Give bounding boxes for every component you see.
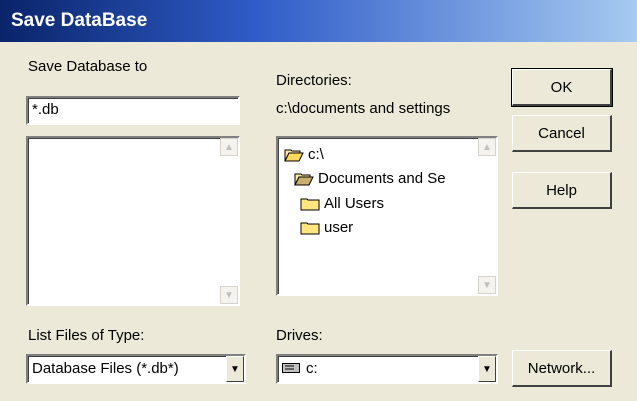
network-button[interactable]: Network... — [512, 350, 612, 387]
file-list[interactable]: ▲ ▼ — [26, 136, 240, 306]
scroll-down-icon[interactable]: ▼ — [220, 286, 238, 304]
file-type-label: List Files of Type: — [28, 327, 145, 344]
cancel-button[interactable]: Cancel — [512, 115, 612, 152]
save-database-dialog: Save DataBase Save Database to *.db ▲ ▼ … — [0, 0, 637, 401]
directories-label: Directories: — [276, 72, 352, 89]
scroll-up-icon[interactable]: ▲ — [220, 138, 238, 156]
file-type-value: Database Files (*.db*) — [32, 360, 179, 377]
title-bar[interactable]: Save DataBase — [0, 0, 637, 42]
tree-item-label: Documents and Se — [318, 170, 446, 187]
tree-item-user[interactable]: user — [300, 219, 353, 236]
folder-icon — [300, 197, 320, 211]
drives-label: Drives: — [276, 327, 323, 344]
tree-item-all-users[interactable]: All Users — [300, 195, 384, 212]
save-to-label: Save Database to — [28, 58, 148, 75]
tree-item-c[interactable]: c:\ — [284, 146, 324, 163]
directory-scrollbar[interactable]: ▲ ▼ — [478, 138, 496, 294]
folder-open-icon — [294, 172, 314, 186]
ok-button[interactable]: OK — [511, 68, 613, 107]
scroll-down-icon[interactable]: ▼ — [478, 276, 496, 294]
file-list-scrollbar[interactable]: ▲ ▼ — [220, 138, 238, 304]
filename-input[interactable]: *.db — [26, 96, 240, 125]
current-directory: c:\documents and settings — [276, 100, 451, 117]
chevron-down-icon[interactable]: ▼ — [226, 356, 244, 382]
folder-icon — [300, 221, 320, 235]
drive-icon — [282, 360, 300, 377]
folder-open-icon — [284, 148, 304, 162]
chevron-down-icon[interactable]: ▼ — [478, 356, 496, 382]
tree-item-label: user — [324, 219, 354, 236]
tree-item-label: All Users — [324, 195, 385, 212]
scroll-up-icon[interactable]: ▲ — [478, 138, 496, 156]
window-title: Save DataBase — [11, 10, 148, 31]
help-button[interactable]: Help — [512, 172, 612, 209]
tree-item-documents[interactable]: Documents and Se — [294, 170, 446, 187]
drives-select[interactable]: c: ▼ — [276, 354, 498, 384]
drive-value: c: — [306, 360, 318, 377]
filename-value[interactable]: *.db — [28, 98, 238, 121]
tree-item-label: c:\ — [308, 146, 324, 163]
file-type-select[interactable]: Database Files (*.db*) ▼ — [26, 354, 246, 384]
directory-tree[interactable]: c:\ Documents and Se All Users user ▲ ▼ — [276, 136, 498, 296]
